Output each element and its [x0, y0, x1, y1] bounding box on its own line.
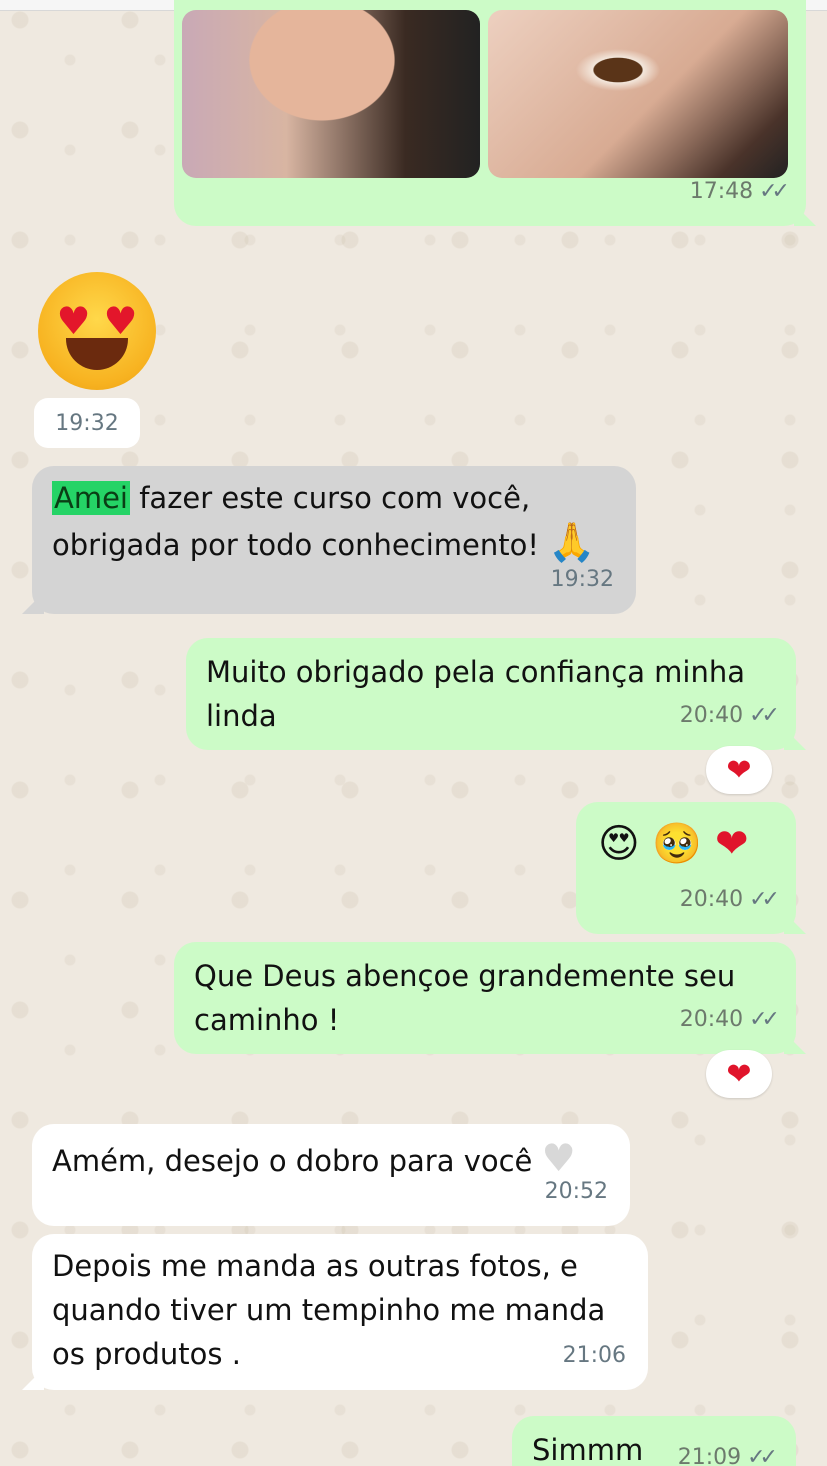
heart-eyes-emoji-sticker[interactable]: ♥ ♥	[38, 272, 156, 390]
search-highlight: Amei	[52, 481, 130, 515]
emoji-row: 😍 🥹 ❤	[598, 818, 776, 870]
message-text: Amei fazer este curso com você, obrigada…	[52, 476, 616, 567]
red-heart-icon: ❤	[714, 821, 749, 867]
message-text: Amém, desejo o dobro para você ♥	[52, 1136, 610, 1183]
incoming-message-thanks[interactable]: Amei fazer este curso com você, obrigada…	[22, 466, 636, 614]
message-meta: 20:40 ✓✓	[679, 878, 780, 922]
photo-thumbnail-1[interactable]	[182, 10, 480, 178]
message-meta: 21:09 ✓✓	[677, 1436, 778, 1466]
message-time: 21:09	[677, 1445, 742, 1466]
message-text-line1: fazer este curso com você,	[130, 481, 531, 515]
message-time: 20:40	[679, 887, 744, 912]
smile-mouth	[66, 338, 128, 370]
message-meta: 20:40 ✓✓	[679, 694, 780, 738]
message-meta: 20:40 ✓✓	[679, 998, 780, 1042]
pleading-face-icon: 🥹	[652, 821, 703, 867]
read-ticks-icon: ✓✓	[747, 1445, 778, 1466]
message-time: 19:32	[55, 410, 119, 436]
outgoing-message-last[interactable]: Simmm 21:09 ✓✓	[512, 1416, 796, 1466]
incoming-message-request[interactable]: Depois me manda as outras fotos, e quand…	[22, 1234, 648, 1390]
outgoing-message-reply[interactable]: Muito obrigado pela confiança minha lind…	[186, 638, 806, 750]
chat-background: 17:48 ✓✓ ♥ ♥ 19:32 Amei fazer este curso …	[0, 0, 827, 1466]
heart-reaction[interactable]: ❤	[706, 746, 772, 794]
message-time: 19:32	[550, 567, 614, 592]
read-ticks-icon: ✓✓	[749, 1007, 780, 1032]
message-meta: 21:06	[563, 1334, 626, 1378]
outgoing-message-emojis[interactable]: 😍 🥹 ❤ 20:40 ✓✓	[576, 802, 806, 934]
outgoing-message-blessing[interactable]: Que Deus abençoe grandemente seu caminho…	[174, 942, 806, 1054]
message-time: 20:40	[679, 703, 744, 728]
heart-icon: ❤	[726, 1056, 752, 1092]
read-ticks-icon: ✓✓	[749, 703, 780, 728]
message-text-body: Amém, desejo o dobro para você	[52, 1144, 533, 1178]
heart-reaction[interactable]: ❤	[706, 1050, 772, 1098]
message-meta: 19:32	[551, 558, 614, 602]
message-meta: 20:52	[545, 1170, 608, 1214]
photo-thumbnail-2[interactable]	[488, 10, 788, 178]
message-text-line2: obrigada por todo conhecimento!	[52, 528, 539, 562]
heart-eyes-icon: 😍	[598, 821, 640, 867]
message-time: 20:40	[679, 1007, 744, 1032]
heart-eyes-icon: ♥ ♥	[56, 299, 138, 343]
heart-icon: ❤	[726, 752, 752, 788]
message-time: 21:06	[562, 1343, 626, 1368]
read-ticks-icon: ✓✓	[749, 887, 780, 912]
message-text: Depois me manda as outras fotos, e quand…	[52, 1249, 606, 1371]
incoming-message-amen[interactable]: Amém, desejo o dobro para você ♥ 20:52	[32, 1124, 630, 1226]
sticker-time-chip: 19:32	[34, 398, 140, 448]
message-time: 20:52	[544, 1179, 608, 1204]
